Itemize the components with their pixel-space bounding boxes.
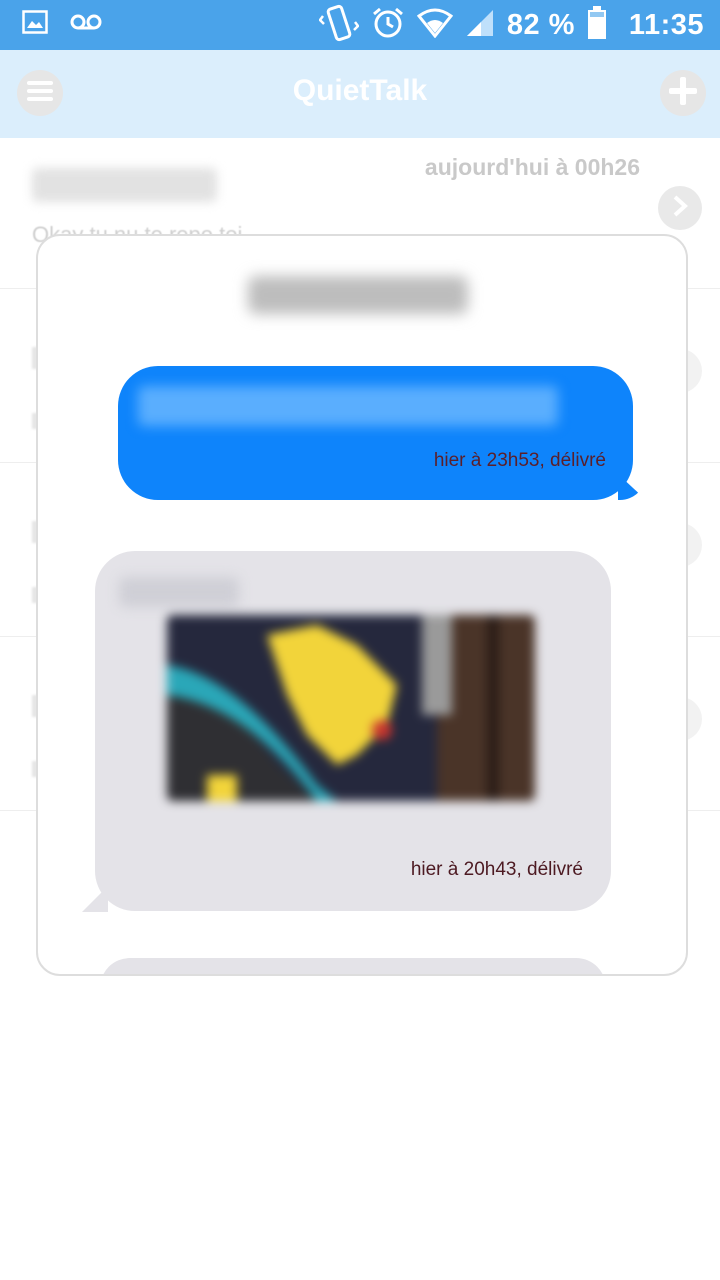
alarm-icon [371, 6, 405, 45]
vibrate-icon [318, 4, 360, 47]
status-bar: 82 % 11:35 [0, 0, 720, 50]
attached-image[interactable] [167, 615, 535, 801]
open-conversation-button[interactable] [658, 186, 702, 230]
wifi-icon [416, 8, 453, 43]
battery-icon [587, 5, 607, 45]
outgoing-message-bubble[interactable]: hier à 23h53, délivré [118, 366, 633, 500]
battery-percent: 82 % [506, 8, 575, 41]
app-title: QuietTalk [292, 74, 428, 107]
message-text-blurred [138, 386, 558, 426]
add-conversation-button[interactable] [660, 70, 706, 116]
voicemail-icon [70, 13, 102, 36]
contact-name-blurred [32, 168, 217, 202]
contact-name-blurred [248, 276, 468, 314]
message-meta: hier à 23h53, délivré [433, 450, 606, 471]
conversation-timestamp: aujourd'hui à 00h26 [424, 154, 640, 180]
message-meta: hier à 20h43, délivré [410, 859, 583, 880]
incoming-message-bubble[interactable]: hier à 20h43, délivré [95, 551, 611, 911]
chevron-right-icon [671, 195, 689, 222]
incoming-message-bubble[interactable] [100, 958, 606, 974]
gallery-icon [22, 10, 48, 39]
app-bar: QuietTalk [0, 50, 720, 138]
conversation-preview-popup[interactable]: hier à 23h53, délivré hier à 20h43, déli… [36, 234, 688, 976]
message-text-blurred [119, 577, 239, 607]
clock: 11:35 [628, 8, 704, 41]
signal-icon [465, 8, 495, 43]
plus-icon [669, 76, 697, 110]
